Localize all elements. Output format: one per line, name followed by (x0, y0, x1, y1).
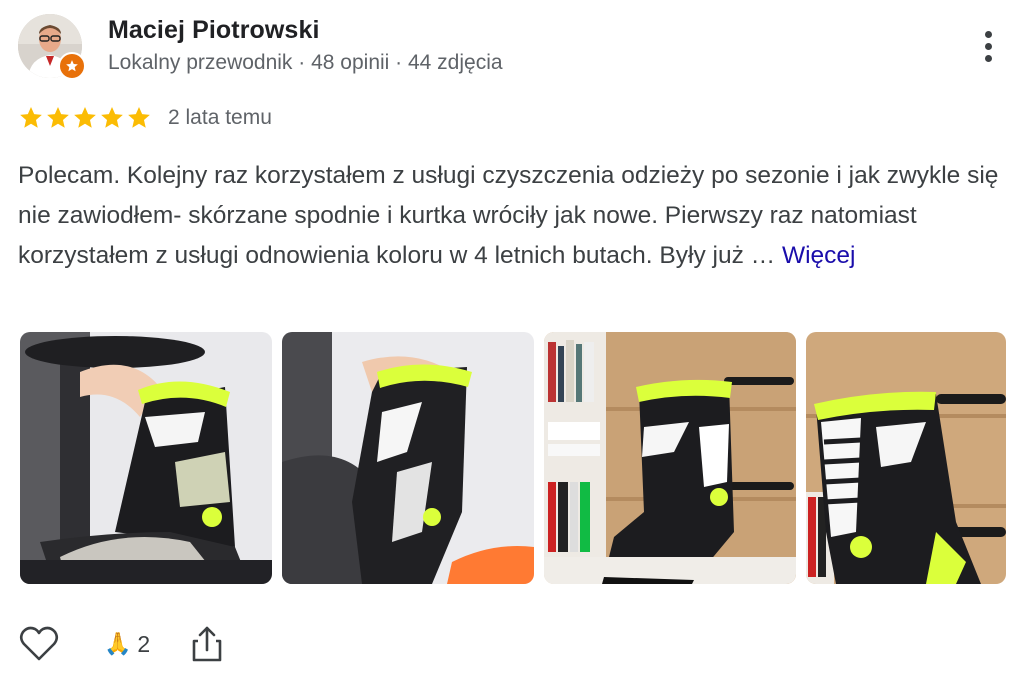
star-icon (20, 106, 42, 128)
more-link[interactable]: Więcej (782, 242, 856, 269)
boot-photo-image (544, 332, 796, 584)
star-icon (47, 106, 69, 128)
reviewer-avatar[interactable] (18, 14, 86, 80)
local-guide-star-icon (66, 60, 78, 72)
review-header: Maciej Piotrowski Lokalny przewodnik · 4… (18, 14, 1008, 84)
review-photo[interactable] (544, 332, 796, 584)
review-photo[interactable] (20, 332, 272, 584)
rating-row: 2 lata temu (18, 102, 272, 134)
more-vert-dot (984, 42, 992, 50)
reviewer-name[interactable]: Maciej Piotrowski (108, 16, 320, 45)
review-photo[interactable] (806, 332, 1006, 584)
review-actions: 🙏 2 (18, 622, 224, 666)
more-options-button[interactable] (968, 22, 1008, 70)
boot-photo-image (20, 332, 272, 584)
star-rating (18, 105, 152, 131)
star-icon (128, 106, 150, 128)
pray-emoji-icon: 🙏 (104, 631, 132, 656)
more-vert-icon (984, 30, 992, 38)
like-button[interactable] (18, 624, 60, 664)
share-icon (192, 626, 222, 662)
reaction-count: 2 (137, 630, 151, 657)
reaction-button[interactable]: 🙏 2 (104, 631, 150, 658)
reviewer-meta: Lokalny przewodnik · 48 opinii · 44 zdję… (108, 51, 503, 74)
share-button[interactable] (150, 624, 224, 664)
more-vert-dot (984, 54, 992, 62)
star-icon (101, 106, 123, 128)
boot-photo-image (806, 332, 1006, 584)
review-text: Polecam. Kolejny raz korzystałem z usług… (18, 156, 1008, 276)
photo-strip (20, 332, 1006, 584)
review-time: 2 lata temu (168, 106, 272, 129)
local-guide-badge (58, 52, 86, 80)
heart-outline-icon (19, 626, 59, 661)
review-photo[interactable] (282, 332, 534, 584)
boot-photo-image (282, 332, 534, 584)
star-icon (74, 106, 96, 128)
